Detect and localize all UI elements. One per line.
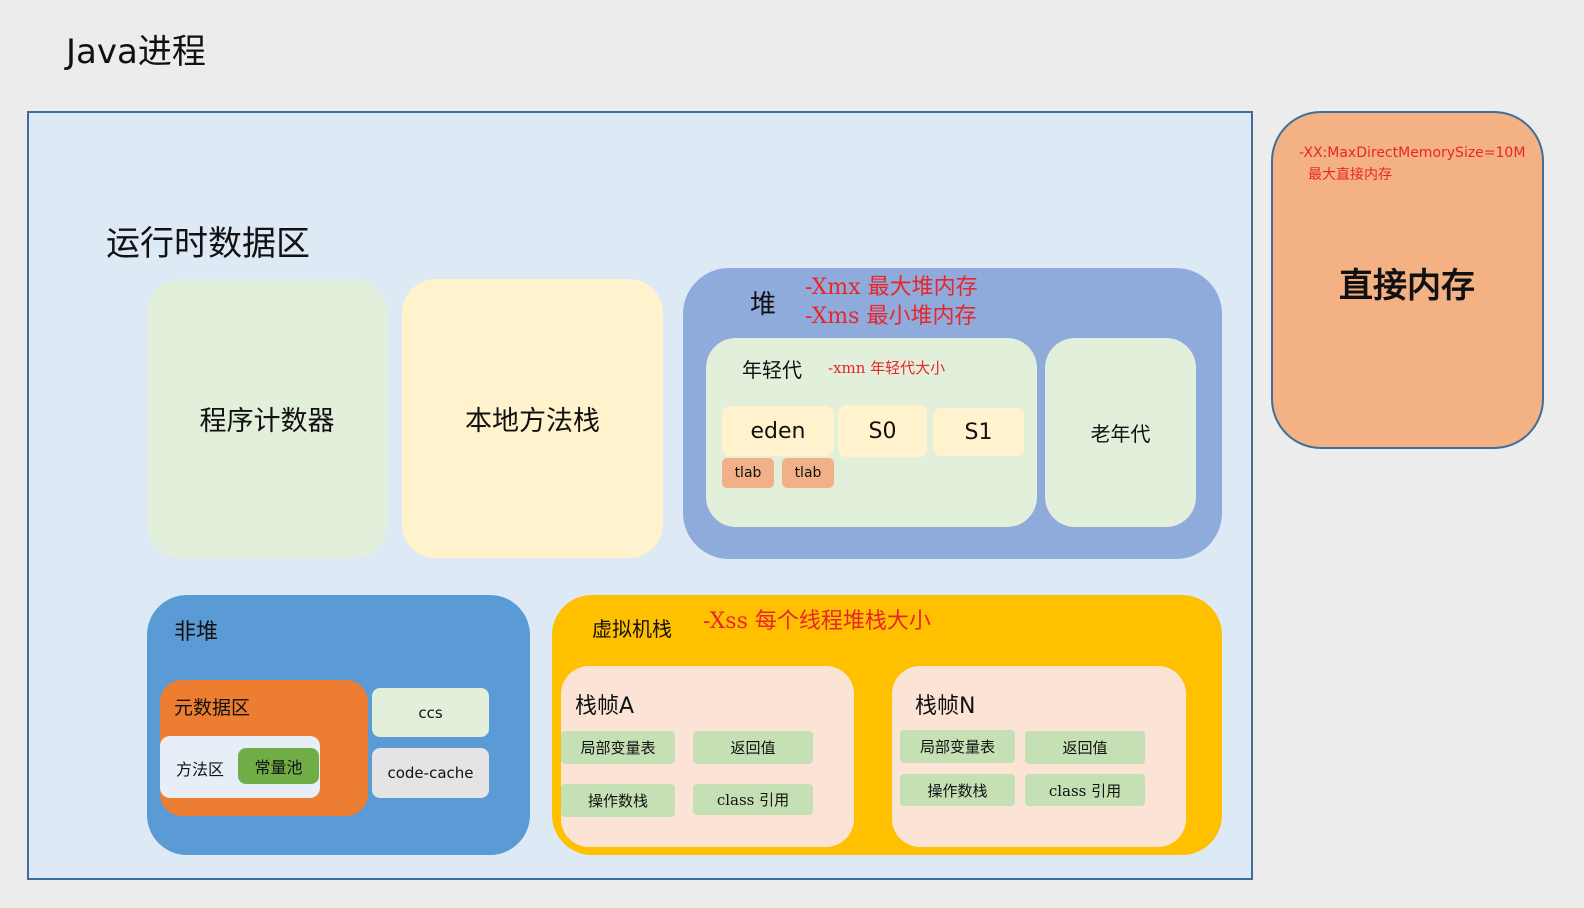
program-counter-box: 程序计数器 <box>147 279 387 558</box>
operand-stack: 操作数栈 <box>900 774 1015 806</box>
local-variable-table: 局部变量表 <box>900 730 1015 763</box>
stack-frame-a-title: 栈帧A <box>575 694 635 719</box>
native-method-stack-box: 本地方法栈 <box>402 279 663 558</box>
non-heap-title: 非堆 <box>174 620 219 645</box>
local-variable-table: 局部变量表 <box>561 731 675 764</box>
heap-notes: -Xmx 最大堆内存 -Xms 最小堆内存 <box>805 273 978 331</box>
program-counter-label: 程序计数器 <box>199 406 335 437</box>
code-cache-box: code-cache <box>372 748 489 798</box>
direct-memory-desc-note: 最大直接内存 <box>1308 167 1392 183</box>
stack-frame-n-title: 栈帧N <box>915 694 976 719</box>
heap-title: 堆 <box>750 290 777 320</box>
return-value: 返回值 <box>693 731 813 764</box>
heap-max-note: -Xmx 最大堆内存 <box>805 275 978 300</box>
survivor-s1-box: S1 <box>933 408 1024 456</box>
young-generation-title: 年轻代 <box>742 358 802 382</box>
eden-box: eden <box>722 406 834 456</box>
process-title: Java进程 <box>66 32 206 72</box>
return-value: 返回值 <box>1025 731 1145 764</box>
old-generation-box: 老年代 <box>1045 338 1196 527</box>
direct-memory-title: 直接内存 <box>1339 266 1475 306</box>
survivor-s0-box: S0 <box>838 405 927 457</box>
direct-memory-param-note: -XX:MaxDirectMemorySize=10M <box>1299 145 1526 161</box>
heap-min-note: -Xms 最小堆内存 <box>805 304 977 329</box>
young-generation-note: -xmn 年轻代大小 <box>828 359 946 377</box>
class-reference: class 引用 <box>693 784 813 815</box>
method-area-label: 方法区 <box>176 760 225 779</box>
tlab-box: tlab <box>722 458 774 488</box>
old-generation-label: 老年代 <box>1090 422 1151 446</box>
metaspace-title: 元数据区 <box>174 697 251 719</box>
class-reference: class 引用 <box>1025 774 1145 806</box>
operand-stack: 操作数栈 <box>561 784 675 817</box>
constant-pool-box: 常量池 <box>238 748 319 784</box>
ccs-box: ccs <box>372 688 489 737</box>
vm-stack-note: -Xss 每个线程堆栈大小 <box>703 609 931 634</box>
native-method-stack-label: 本地方法栈 <box>465 406 600 437</box>
tlab-box: tlab <box>782 458 834 488</box>
runtime-data-area-title: 运行时数据区 <box>106 224 310 264</box>
vm-stack-title: 虚拟机栈 <box>592 617 672 641</box>
